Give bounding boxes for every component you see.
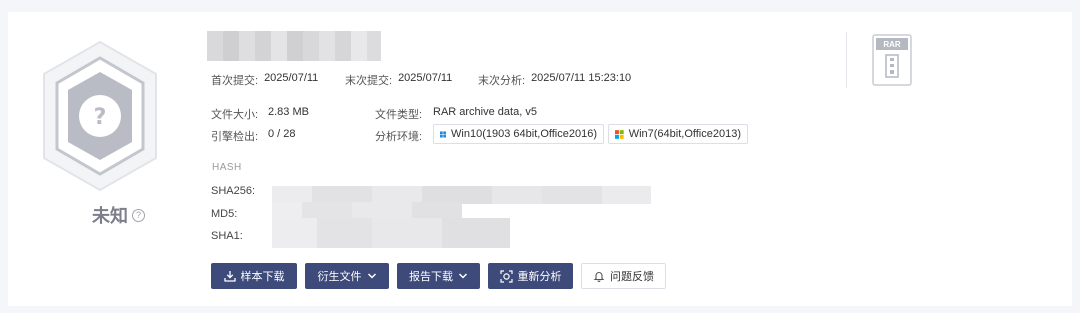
help-icon[interactable]: ? — [132, 208, 145, 222]
env-tag-win7[interactable]: Win7(64bit,Office2013) — [608, 124, 748, 144]
sha1-value-redacted — [272, 218, 510, 248]
file-size-value: 2.83 MB — [268, 106, 309, 118]
sha256-label: SHA256: — [211, 185, 256, 197]
last-analysis: 末次分析: 2025/07/11 15:23:10 — [478, 72, 631, 88]
download-icon — [223, 271, 236, 282]
env-tag-win7-label: Win7(64bit,Office2013) — [628, 128, 741, 140]
md5-label: MD5: — [211, 208, 238, 220]
engine-detection-value: 0 / 28 — [268, 128, 296, 140]
file-type-label: 文件类型: — [375, 109, 423, 121]
feedback-button[interactable]: 问题反馈 — [581, 263, 666, 289]
last-analysis-value: 2025/07/11 15:23:10 — [531, 72, 632, 84]
derived-files-button[interactable]: 衍生文件 — [305, 263, 389, 289]
reanalyze-label: 重新分析 — [517, 271, 562, 283]
feedback-label: 问题反馈 — [610, 271, 654, 283]
env-tag-win10-label: Win10(1903 64bit,Office2016) — [451, 128, 597, 140]
sha1-label: SHA1: — [211, 230, 243, 242]
last-analysis-label: 末次分析: — [478, 75, 526, 87]
derived-files-label: 衍生文件 — [317, 271, 362, 283]
file-type-value: RAR archive data, v5 — [433, 106, 537, 118]
file-name-redacted — [207, 31, 381, 61]
rar-file-icon: RAR — [872, 34, 912, 86]
file-size-label: 文件大小: — [211, 109, 259, 121]
sample-download-label: 样本下载 — [240, 271, 285, 283]
engine-detection-label: 引擎检出: — [211, 131, 259, 143]
windows7-icon — [615, 129, 624, 139]
verdict-label: 未知 — [92, 206, 128, 227]
report-download-button[interactable]: 报告下载 — [397, 263, 480, 289]
hash-section-title: HASH — [212, 162, 242, 173]
env-tag-win10[interactable]: Win10(1903 64bit,Office2016) — [433, 124, 604, 144]
bell-icon — [593, 272, 605, 282]
report-download-label: 报告下载 — [409, 271, 453, 283]
divider — [846, 32, 847, 88]
question-mark-icon: ? — [94, 105, 107, 130]
last-submit-label: 末次提交: — [345, 75, 393, 87]
reanalyze-icon — [499, 269, 513, 283]
svg-text:RAR: RAR — [883, 40, 901, 49]
last-submit: 末次提交: 2025/07/11 — [345, 72, 452, 88]
chevron-down-icon — [458, 273, 468, 279]
first-submit-value: 2025/07/11 — [264, 72, 319, 84]
chevron-down-icon — [367, 273, 376, 279]
last-submit-value: 2025/07/11 — [398, 72, 453, 84]
first-submit: 首次提交: 2025/07/11 — [211, 72, 318, 88]
sample-download-button[interactable]: 样本下载 — [211, 263, 297, 289]
verdict-badge: ? — [40, 40, 160, 192]
sample-summary-card — [8, 12, 1072, 306]
reanalyze-button[interactable]: 重新分析 — [488, 263, 573, 289]
verdict: 未知 ? — [92, 202, 145, 228]
windows10-icon — [440, 130, 447, 138]
analysis-env-label: 分析环境: — [375, 131, 423, 143]
first-submit-label: 首次提交: — [211, 75, 259, 87]
